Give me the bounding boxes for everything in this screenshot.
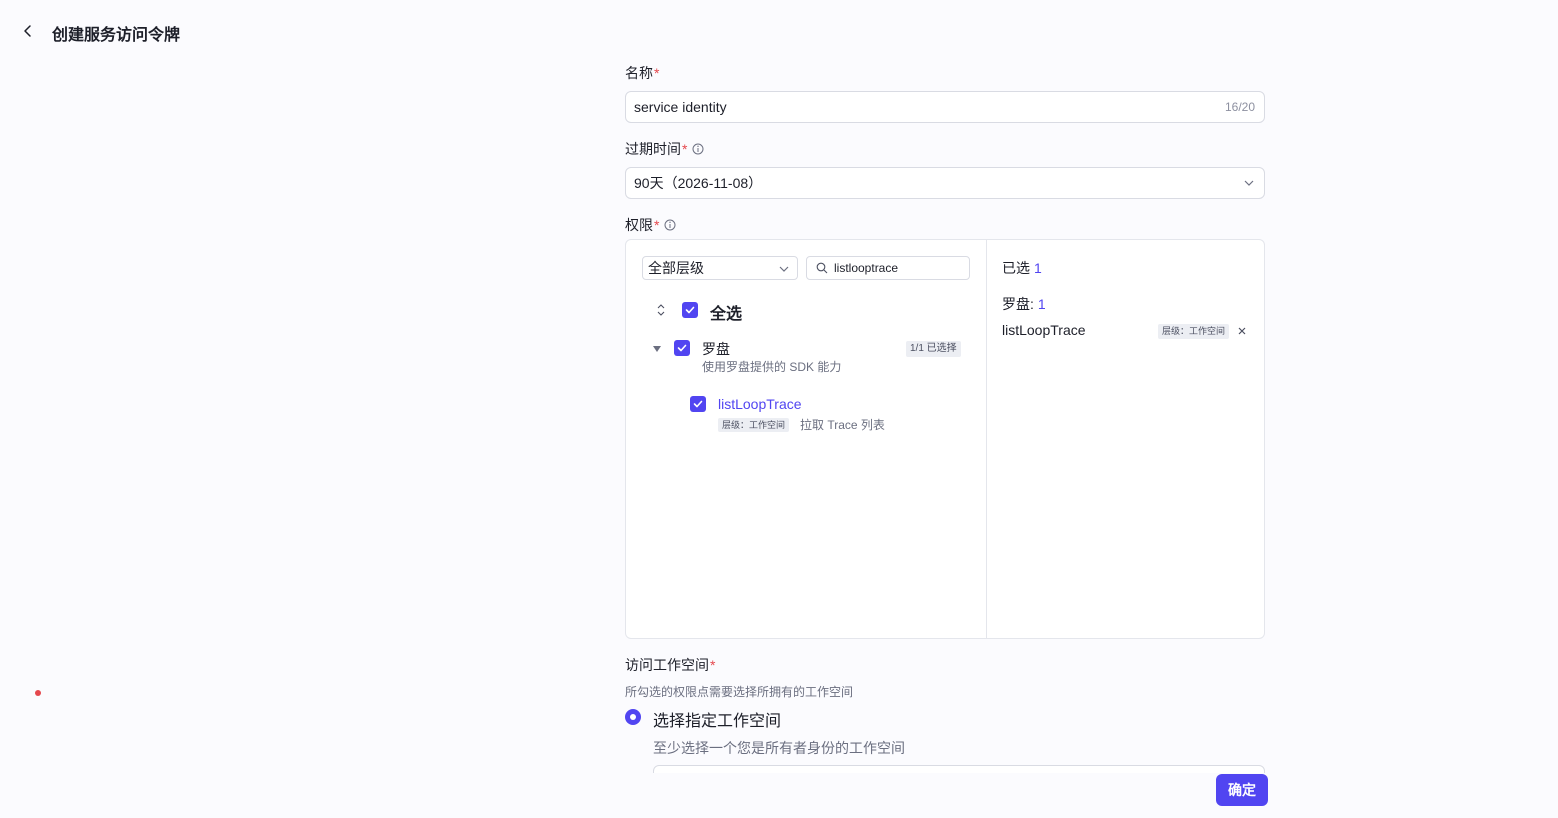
permission-panel: 全部层级 listlooptrace 全选 罗盘 使用罗盘提供的 SDK 能力 … — [625, 239, 1265, 639]
expiry-label-text: 过期时间 — [625, 141, 681, 157]
chevron-down-icon — [779, 266, 789, 272]
page-header: 创建服务访问令牌 — [0, 0, 1558, 62]
name-label: 名称 * — [625, 63, 659, 83]
level-filter-value: 全部层级 — [648, 260, 704, 276]
info-icon[interactable] — [692, 143, 704, 155]
permission-label-text: 权限 — [625, 217, 653, 233]
workspace-hint: 所勾选的权限点需要选择所拥有的工作空间 — [625, 685, 854, 699]
specified-workspace-subtext: 至少选择一个您是所有者身份的工作空间 — [653, 740, 905, 756]
footer-background — [600, 773, 1300, 818]
search-icon — [816, 262, 828, 274]
page-title: 创建服务访问令牌 — [52, 27, 181, 44]
selected-count: 1 — [1034, 260, 1042, 276]
permission-search-input[interactable]: listlooptrace — [806, 256, 970, 280]
name-input[interactable]: service identity 16/20 — [625, 91, 1265, 123]
close-icon[interactable] — [1238, 327, 1246, 335]
required-mark: * — [710, 657, 716, 673]
permission-item-name[interactable]: listLoopTrace — [718, 396, 802, 412]
select-all-checkbox[interactable] — [682, 302, 698, 318]
specified-workspace-label[interactable]: 选择指定工作空间 — [653, 707, 781, 731]
level-filter-select[interactable]: 全部层级 — [642, 256, 798, 280]
chevron-down-icon — [1244, 180, 1254, 186]
group-name: 罗盘 — [702, 341, 730, 357]
name-char-count: 16/20 — [1224, 100, 1255, 114]
search-value: listlooptrace — [834, 261, 899, 275]
permission-item-checkbox[interactable] — [690, 396, 706, 412]
confirm-button[interactable]: 确定 — [1216, 774, 1268, 806]
indicator-dot — [35, 690, 41, 696]
expiry-select-value: 90天（2026-11-08） — [634, 175, 763, 191]
selected-title: 已选 1 — [1002, 258, 1042, 278]
required-mark: * — [654, 65, 660, 81]
caret-down-icon[interactable] — [652, 345, 662, 353]
specified-workspace-radio[interactable] — [625, 709, 641, 725]
selected-group-name: 罗盘: — [1002, 296, 1034, 312]
required-mark: * — [654, 217, 660, 233]
expiry-select[interactable]: 90天（2026-11-08） — [625, 167, 1265, 199]
level-tag: 层级：工作空间 — [718, 418, 790, 432]
group-description: 使用罗盘提供的 SDK 能力 — [702, 360, 842, 374]
selected-title-text: 已选 — [1002, 260, 1030, 276]
permission-item-description: 拉取 Trace 列表 — [800, 418, 885, 432]
group-checkbox[interactable] — [674, 340, 690, 356]
select-all-label: 全选 — [710, 306, 743, 323]
name-label-text: 名称 — [625, 65, 653, 81]
selected-group-title: 罗盘: 1 — [1002, 294, 1046, 314]
info-icon[interactable] — [664, 219, 676, 231]
name-input-value: service identity — [634, 99, 727, 115]
selected-group-count: 1 — [1037, 296, 1046, 312]
workspace-label-text: 访问工作空间 — [625, 657, 709, 673]
required-mark: * — [682, 141, 688, 157]
permission-label: 权限 * — [625, 215, 676, 235]
group-selected-badge: 1/1 已选择 — [906, 341, 961, 357]
expiry-label: 过期时间 * — [625, 139, 704, 159]
workspace-label: 访问工作空间 * — [625, 655, 715, 675]
selected-item-name: listLoopTrace — [1002, 322, 1086, 338]
panel-divider — [986, 240, 987, 638]
expand-collapse-icon[interactable] — [656, 303, 666, 317]
level-tag: 层级：工作空间 — [1158, 324, 1230, 339]
back-arrow-icon[interactable] — [20, 22, 36, 40]
